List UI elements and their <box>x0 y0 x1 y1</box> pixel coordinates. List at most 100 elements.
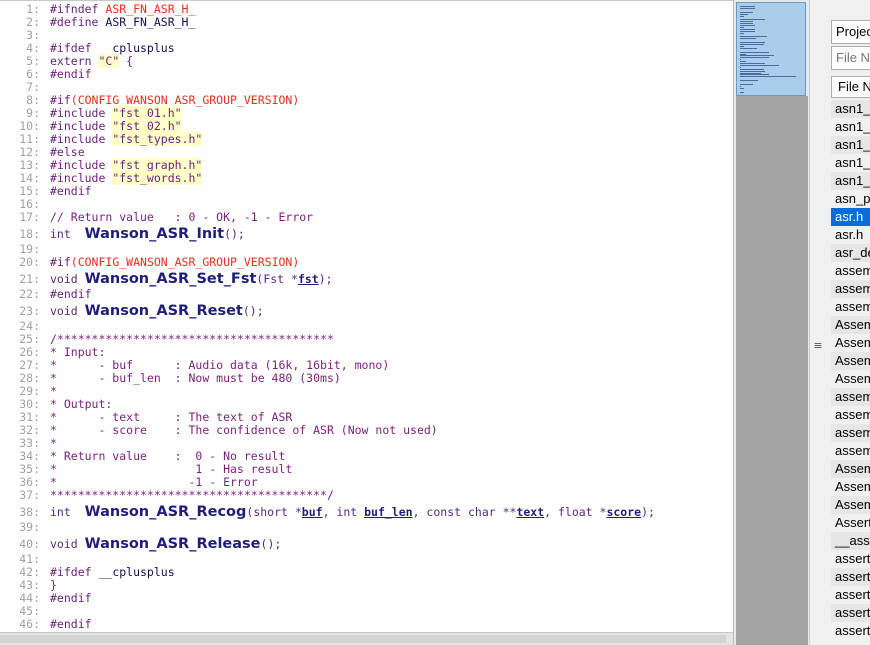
file-list-item[interactable]: asn1_h <box>831 136 870 154</box>
code-line[interactable]: 23: void Wanson_ASR_Reset(); <box>0 301 263 321</box>
line-number: 4: <box>26 41 40 55</box>
file-list-item[interactable]: assem <box>831 262 870 280</box>
file-search-input[interactable]: File N <box>831 46 870 70</box>
file-list-item[interactable]: asn1_h <box>831 100 870 118</box>
minimap-line <box>740 30 756 32</box>
code-token: /***************************************… <box>50 332 334 346</box>
file-list-item[interactable]: assem <box>831 424 870 442</box>
line-number: 17: <box>19 210 40 224</box>
code-token: #endif <box>50 67 92 81</box>
code-line[interactable]: 40: void Wanson_ASR_Release(); <box>0 534 281 554</box>
code-line[interactable]: 7: <box>0 81 50 94</box>
file-list-item[interactable]: asn1_h <box>831 118 870 136</box>
code-line[interactable]: 44: #endif <box>0 592 91 605</box>
vertical-scrollbar[interactable]: ≡ <box>809 0 827 645</box>
code-token: { <box>119 54 134 68</box>
line-number: 20: <box>19 255 40 269</box>
file-list-item[interactable]: assem <box>831 298 870 316</box>
code-token: , int <box>322 505 365 519</box>
code-token: * Return value : 0 - No result <box>50 449 286 463</box>
code-token: ); <box>318 272 333 286</box>
minimap-line <box>740 7 755 9</box>
code-line[interactable]: 39: <box>0 521 50 534</box>
file-list-item[interactable]: assem <box>831 406 870 424</box>
file-list-item[interactable]: Assem <box>831 460 870 478</box>
minimap-panel <box>733 0 809 645</box>
file-list-item[interactable]: Assem <box>831 478 870 496</box>
file-list-item[interactable]: Assem <box>831 352 870 370</box>
file-list-item[interactable]: assem <box>831 442 870 460</box>
file-list-item[interactable]: Assem <box>831 334 870 352</box>
code-token: #ifdef <box>50 565 99 579</box>
line-number: 39: <box>19 520 40 534</box>
code-line[interactable]: 20: #if(CONFIG_WANSON_ASR_GROUP_VERSION) <box>0 256 299 269</box>
code-token: , float * <box>544 505 607 519</box>
file-list-item[interactable]: asn_pu <box>831 190 870 208</box>
horizontal-scrollbar[interactable] <box>0 632 733 645</box>
file-list-item[interactable]: asr.h <box>831 226 870 244</box>
code-line[interactable]: 18: int Wanson_ASR_Init(); <box>0 224 245 244</box>
line-number: 37: <box>19 488 40 502</box>
code-line[interactable]: 21: void Wanson_ASR_Set_Fst(Fst *fst); <box>0 269 333 289</box>
file-list-item[interactable]: assert <box>831 622 870 640</box>
project-panel: Project File N File N asn1_hasn1_hasn1_h… <box>827 0 870 645</box>
file-list-item[interactable]: asn1_h <box>831 172 870 190</box>
code-line[interactable]: 37: *************************************… <box>0 489 334 502</box>
code-token: "fst_graph.h" <box>112 158 203 172</box>
minimap-empty-area <box>736 96 808 645</box>
minimap-line <box>740 45 745 47</box>
file-list-item[interactable]: asr_de <box>831 244 870 262</box>
code-token: buf <box>301 505 323 519</box>
line-number: 5: <box>26 54 40 68</box>
code-token: Wanson_ASR_Reset <box>84 303 243 319</box>
code-line[interactable]: 17: // Return value : 0 - OK, -1 - Error <box>0 211 313 224</box>
file-list-item[interactable]: assert <box>831 568 870 586</box>
file-name-column-header[interactable]: File N <box>831 76 870 98</box>
code-line[interactable]: 32: * - score : The confidence of ASR (No… <box>0 424 438 437</box>
code-token: "C" <box>98 54 120 68</box>
file-list-item[interactable]: asr.h <box>831 208 870 226</box>
file-list-item[interactable]: assem <box>831 280 870 298</box>
file-list-item[interactable]: assert <box>831 550 870 568</box>
code-line[interactable]: 22: #endif <box>0 288 91 301</box>
code-token: ASR_FN_ASR_H_ <box>105 2 196 16</box>
code-token: "fst_02.h" <box>112 119 182 133</box>
code-line[interactable]: 3: <box>0 29 50 42</box>
minimap-viewport[interactable] <box>736 2 806 96</box>
code-token: #define <box>50 15 106 29</box>
line-number: 6: <box>26 67 40 81</box>
code-line[interactable]: 15: #endif <box>0 184 92 198</box>
code-token: buf_len <box>364 505 413 519</box>
line-number: 21: <box>19 272 40 286</box>
code-line[interactable]: 6: #endif <box>0 67 92 81</box>
code-token: __cplusplus <box>98 41 175 55</box>
minimap-line <box>740 70 765 72</box>
code-token: #endif <box>50 184 92 198</box>
file-list-item[interactable]: Assem <box>831 496 870 514</box>
code-token: * -1 - Error <box>50 475 258 489</box>
minimap-line <box>740 68 764 70</box>
code-token: (CONFIG_WANSON_ASR_GROUP_VERSION) <box>70 255 300 269</box>
file-list-item[interactable]: asn1_h <box>831 154 870 172</box>
scrollbar-grip-icon[interactable]: ≡ <box>812 340 824 352</box>
file-list-item[interactable]: assert <box>831 604 870 622</box>
code-token: * - text : The text of ASR <box>50 410 293 424</box>
code-editor[interactable]: 1: #ifndef ASR_FN_ASR_H_ 2: #define ASR_FN_… <box>0 0 733 632</box>
code-line[interactable]: 38: int Wanson_ASR_Recog(short *buf, int … <box>0 502 655 522</box>
minimap-line <box>740 51 769 53</box>
minimap-line <box>740 21 754 23</box>
file-list-item[interactable]: __asse <box>831 532 870 550</box>
line-number: 2: <box>26 15 40 29</box>
project-tab[interactable]: Project <box>831 20 870 44</box>
file-list-item[interactable]: assert <box>831 586 870 604</box>
horizontal-scrollbar-thumb[interactable] <box>0 635 726 643</box>
minimap-line <box>740 32 745 34</box>
file-list-item[interactable]: Assem <box>831 370 870 388</box>
file-list-item[interactable]: Assem <box>831 316 870 334</box>
file-list-item[interactable]: Assert <box>831 514 870 532</box>
code-token: (short * <box>246 505 302 519</box>
code-token: ****************************************… <box>50 488 334 502</box>
file-list-item[interactable]: assem <box>831 388 870 406</box>
code-token: #include <box>50 158 113 172</box>
code-line[interactable]: 46: #endif <box>0 618 91 631</box>
